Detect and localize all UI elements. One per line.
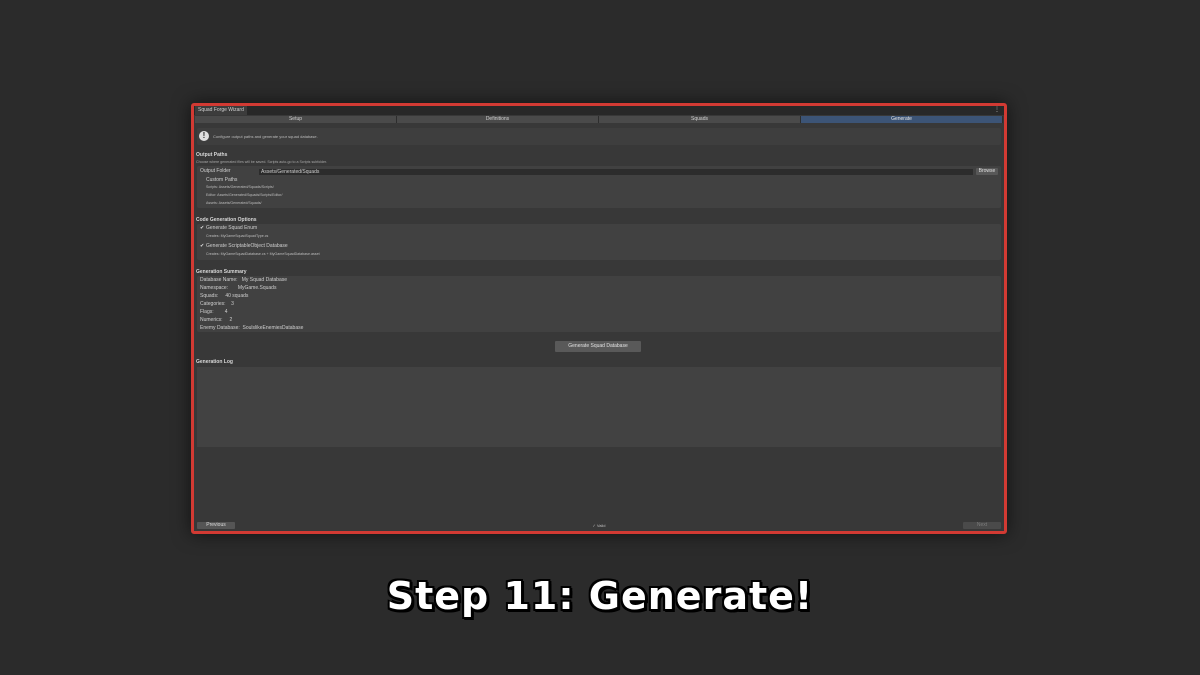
enum-creates: Creates: MyGameSquadSquadType.cs: [206, 234, 269, 238]
assets-path: Assets: Assets/Generated/Squads/: [206, 201, 262, 205]
tab-definitions[interactable]: Definitions: [397, 116, 599, 123]
tab-squads[interactable]: Squads: [599, 116, 801, 123]
summary-row: Enemy Database: SoulslikeEnemiesDatabase: [200, 325, 304, 331]
generation-log-title: Generation Log: [196, 359, 233, 365]
summary-row: Flags: 4: [200, 309, 228, 315]
validation-status: ✓ Valid: [592, 523, 606, 528]
browse-button[interactable]: Browse: [976, 168, 998, 175]
title-bar: Squad Forge Wizard ⋮: [194, 106, 1004, 115]
summary-row: Namespace: MyGame.Squads: [200, 285, 277, 291]
summary-row: Squads: 40 squads: [200, 293, 249, 299]
window-menu-icon[interactable]: ⋮: [994, 106, 1000, 114]
output-folder-label: Output Folder: [200, 168, 231, 174]
scripts-path: Scripts: Assets/Generated/Squads/Scripts…: [206, 185, 274, 189]
summary-box: Database Name: My Squad Database Namespa…: [197, 276, 1001, 332]
info-text: Configure output paths and generate your…: [213, 134, 318, 139]
info-box: ! Configure output paths and generate yo…: [197, 128, 1001, 145]
code-gen-title: Code Generation Options: [196, 217, 257, 223]
summary-row: Numerics: 2: [200, 317, 233, 323]
output-paths-subtitle: Choose where generated files will be sav…: [196, 160, 328, 164]
tab-generate[interactable]: Generate: [801, 116, 1003, 123]
output-paths-title: Output Paths: [196, 152, 228, 158]
db-creates: Creates: MyGameSquadDatabase.cs + MyGame…: [206, 252, 320, 256]
summary-row: Categories: 3: [200, 301, 234, 307]
enum-label: Generate Squad Enum: [206, 225, 258, 231]
summary-title: Generation Summary: [196, 269, 247, 275]
custom-paths-toggle[interactable]: Custom Paths: [206, 177, 237, 183]
wizard-tabs: Setup Definitions Squads Generate: [195, 116, 1003, 123]
summary-row: Database Name: My Squad Database: [200, 277, 288, 283]
generate-database-button[interactable]: Generate Squad Database: [555, 341, 641, 352]
tab-setup[interactable]: Setup: [195, 116, 397, 123]
output-paths-box: Output Folder Assets/Generated/Squads Br…: [197, 166, 1001, 208]
enum-checkbox[interactable]: ✔: [200, 225, 204, 231]
db-checkbox[interactable]: ✔: [200, 243, 204, 249]
db-label: Generate ScriptableObject Database: [206, 243, 288, 249]
next-button[interactable]: Next: [963, 522, 1001, 529]
window-title-tab[interactable]: Squad Forge Wizard: [195, 106, 247, 115]
info-icon: !: [199, 131, 209, 141]
output-folder-input[interactable]: Assets/Generated/Squads: [259, 169, 973, 175]
step-caption: Step 11: Generate!: [386, 574, 814, 618]
code-gen-box: ✔ Generate Squad Enum Creates: MyGameSqu…: [197, 224, 1001, 260]
wizard-window: Squad Forge Wizard ⋮ Setup Definitions S…: [191, 103, 1007, 534]
editor-path: Editor: Assets/Generated/Squads/Scripts/…: [206, 193, 283, 197]
generation-log-area[interactable]: [197, 367, 1001, 447]
